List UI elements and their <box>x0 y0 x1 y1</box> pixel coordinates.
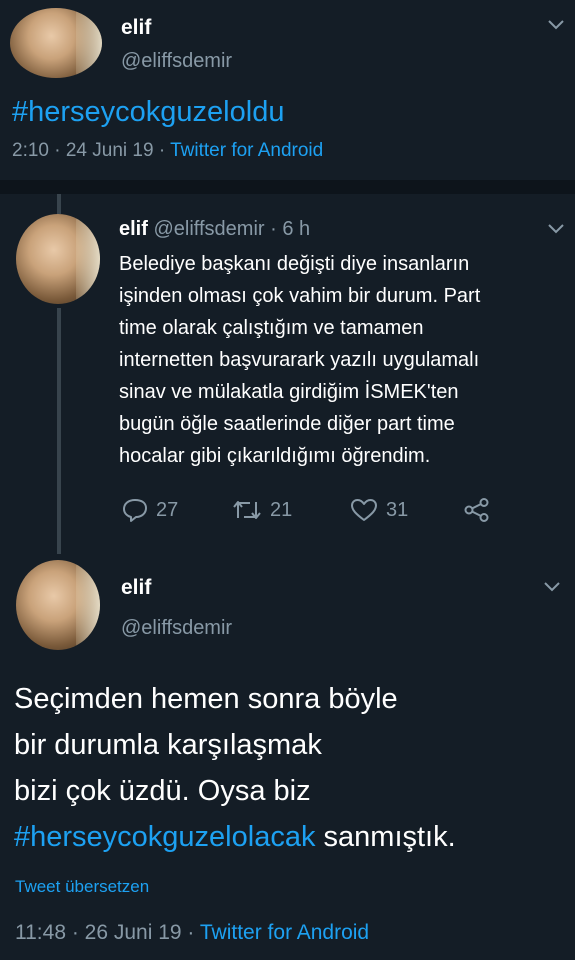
section-divider <box>0 180 575 194</box>
tweet-line: #herseycokguzelolacak sanmıştık. <box>14 814 456 860</box>
tweet-line: internetten başvurarark yazılı uygulamal… <box>119 349 480 371</box>
author-handle[interactable]: @eliffsdemir <box>121 617 232 640</box>
author-handle[interactable]: @eliffsdemir · 6 h <box>153 218 310 240</box>
reply-count: 27 <box>156 498 179 521</box>
retweet-button[interactable]: 21 <box>232 498 292 522</box>
tweet-timestamp-row: 2:10 · 24 Juni 19 · Twitter for Android <box>12 140 323 162</box>
tweet-source-link[interactable]: Twitter for Android <box>170 140 323 161</box>
author-name[interactable]: elif <box>121 576 151 600</box>
author-name[interactable]: elif <box>119 218 148 240</box>
tweet-line: Seçimden hemen sonra böyle <box>14 683 398 715</box>
tweet-line: sinav ve mülakatla girdiğim İSMEK'ten <box>119 381 459 403</box>
thread-line <box>57 194 61 214</box>
chevron-down-icon[interactable] <box>548 224 564 234</box>
tweet-timestamp: 2:10 · 24 Juni 19 · <box>12 140 166 161</box>
tweet-body: Seçimden hemen sonra böyle bir durumla k… <box>14 676 456 860</box>
like-button[interactable]: 31 <box>350 498 408 522</box>
chevron-down-icon[interactable] <box>548 20 564 30</box>
tweet-hashtag[interactable]: #herseycokguzelolacak <box>14 821 315 853</box>
tweet-line: Belediye başkanı değişti diye insanların <box>119 253 470 275</box>
tweet-hashtag[interactable]: #herseycokguzeloldu <box>12 96 284 129</box>
tweet-text: sanmıştık. <box>315 821 456 853</box>
tweet-line: bizi çok üzdü. Oysa biz <box>14 775 311 807</box>
tweet-line: time olarak çalıştığım ve tamamen <box>119 317 424 339</box>
avatar[interactable] <box>10 8 102 78</box>
reply-icon <box>122 498 148 522</box>
tweet-line: işinden olması çok vahim bir durum. Part <box>119 285 481 307</box>
tweet-line: bugün öğle saatlerinde diğer part time <box>119 413 455 435</box>
tweet-timestamp-row: 11:48 · 26 Juni 19 · Twitter for Android <box>15 921 369 945</box>
heart-icon <box>350 498 378 522</box>
share-icon <box>464 498 490 522</box>
tweet-header: elif @eliffsdemir · 6 h <box>119 218 310 241</box>
tweet-line: hocalar gibi çıkarıldığımı öğrendim. <box>119 445 431 467</box>
tweet-timestamp: 11:48 · 26 Juni 19 · <box>15 921 195 944</box>
thread-line <box>57 308 61 554</box>
tweet-source-link[interactable]: Twitter for Android <box>200 921 369 944</box>
tweet-line: bir durumla karşılaşmak <box>14 729 322 761</box>
author-name[interactable]: elif <box>121 16 151 40</box>
chevron-down-icon[interactable] <box>544 582 560 592</box>
retweet-icon <box>232 498 262 522</box>
author-handle[interactable]: @eliffsdemir <box>121 50 232 73</box>
avatar[interactable] <box>16 214 100 304</box>
retweet-count: 21 <box>270 498 293 521</box>
like-count: 31 <box>386 498 409 521</box>
reply-button[interactable]: 27 <box>122 498 178 522</box>
share-button[interactable] <box>464 498 490 522</box>
avatar[interactable] <box>16 560 100 650</box>
tweet-body: Belediye başkanı değişti diye insanların… <box>119 248 480 472</box>
translate-tweet-link[interactable]: Tweet übersetzen <box>15 877 149 897</box>
